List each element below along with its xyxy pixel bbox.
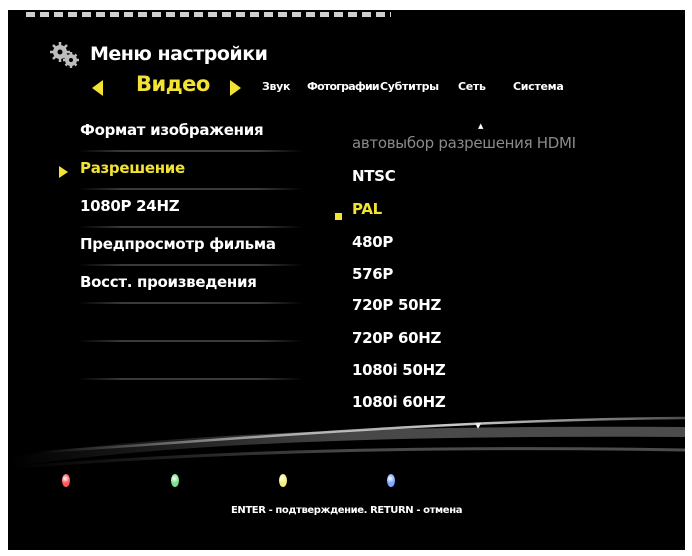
option-576p[interactable]: 576P [352, 265, 393, 283]
tab-video[interactable]: Видео [136, 72, 210, 96]
separator [78, 264, 303, 266]
option-480p[interactable]: 480P [352, 233, 393, 251]
separator [78, 302, 303, 304]
selection-arrow-icon [59, 166, 68, 178]
setting-item-aspect[interactable]: Формат изображения [80, 121, 264, 139]
separator [78, 188, 303, 190]
option-ntsc[interactable]: NTSC [352, 167, 396, 185]
separator [78, 226, 303, 228]
scroll-up-icon[interactable]: ▲ [478, 122, 483, 130]
setting-item-movie-preview[interactable]: Предпросмотр фильма [80, 235, 276, 253]
arrow-left-icon[interactable] [92, 80, 103, 96]
blue-button-icon [387, 474, 395, 487]
option-pal[interactable]: PAL [352, 200, 382, 218]
gear-icon [50, 42, 79, 68]
option-1080i50[interactable]: 1080i 50HZ [352, 361, 446, 379]
setting-item-resolution[interactable]: Разрешение [80, 159, 185, 177]
option-720p60[interactable]: 720P 60HZ [352, 329, 441, 347]
option-720p50[interactable]: 720P 50HZ [352, 296, 441, 314]
tab-photos[interactable]: Фотографии [307, 80, 380, 93]
top-edge-dashes [26, 12, 391, 17]
decorative-swoosh [8, 416, 685, 470]
setting-item-resume-playback[interactable]: Восст. произведения [80, 273, 257, 291]
footer-hint: ENTER - подтверждение. RETURN - отмена [230, 505, 463, 516]
selected-marker-icon [335, 213, 342, 220]
tab-subtitles[interactable]: Субтитры [380, 80, 439, 93]
separator [78, 150, 303, 152]
tab-system[interactable]: Система [513, 80, 564, 93]
menu-title: Меню настройки [90, 43, 268, 65]
tv-screen: Меню настройки Видео Звук Фотографии Суб… [8, 10, 685, 550]
yellow-button-icon [279, 474, 287, 487]
red-button-icon [62, 474, 70, 487]
separator [78, 340, 303, 342]
green-button-icon [171, 474, 179, 487]
tab-sound[interactable]: Звук [262, 80, 291, 93]
tab-network[interactable]: Сеть [458, 80, 486, 93]
separator [78, 378, 303, 380]
setting-item-1080p24[interactable]: 1080P 24HZ [80, 197, 180, 215]
arrow-right-icon[interactable] [230, 80, 241, 96]
option-auto-hdmi: автовыбор разрешения HDMI [352, 134, 576, 152]
